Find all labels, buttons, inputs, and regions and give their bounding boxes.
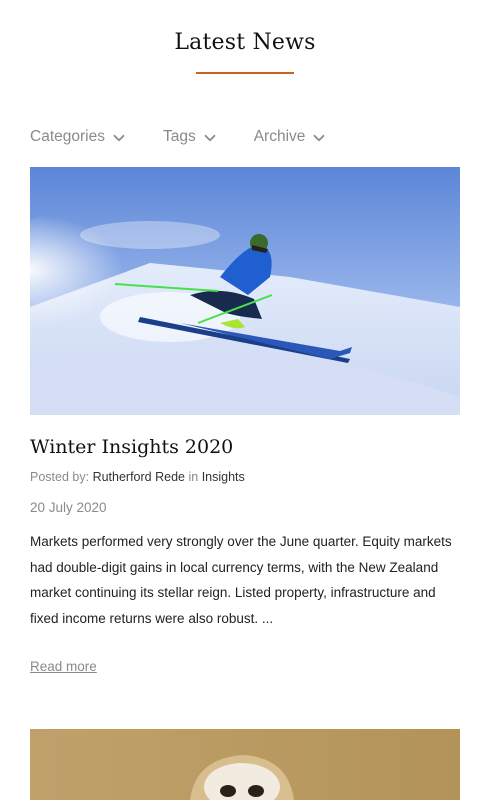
- chevron-down-icon: [113, 134, 125, 141]
- page-title: Latest News: [174, 30, 316, 55]
- chevron-down-icon: [313, 134, 326, 141]
- tags-filter-label: Tags: [162, 128, 196, 145]
- post-meta: Posted by: Rutherford Rede in Insights: [30, 470, 245, 484]
- page-header: Latest News: [0, 30, 490, 74]
- post-category-link[interactable]: Insights: [202, 470, 245, 484]
- in-label: in: [188, 470, 199, 484]
- read-more-link[interactable]: Read more: [30, 659, 97, 674]
- post-author-link[interactable]: Rutherford Rede: [93, 470, 185, 484]
- chevron-down-icon: [204, 134, 216, 141]
- skier-photo: [30, 167, 460, 415]
- next-post-image-link[interactable]: [30, 729, 460, 800]
- posted-by-label: Posted by:: [30, 470, 90, 484]
- tags-filter[interactable]: Tags: [163, 128, 216, 146]
- filter-bar: Categories Tags Archive: [30, 128, 363, 146]
- categories-filter-label: Categories: [30, 128, 105, 145]
- archive-filter[interactable]: Archive: [254, 128, 326, 146]
- owl-photo: [30, 729, 460, 800]
- post-date: 20 July 2020: [30, 500, 107, 515]
- post-image-link[interactable]: [30, 167, 460, 415]
- title-underline: [196, 72, 294, 74]
- archive-filter-label: Archive: [253, 128, 306, 145]
- categories-filter[interactable]: Categories: [30, 128, 125, 146]
- post-excerpt: Markets performed very strongly over the…: [30, 534, 452, 626]
- post-title[interactable]: Winter Insights 2020: [30, 436, 233, 458]
